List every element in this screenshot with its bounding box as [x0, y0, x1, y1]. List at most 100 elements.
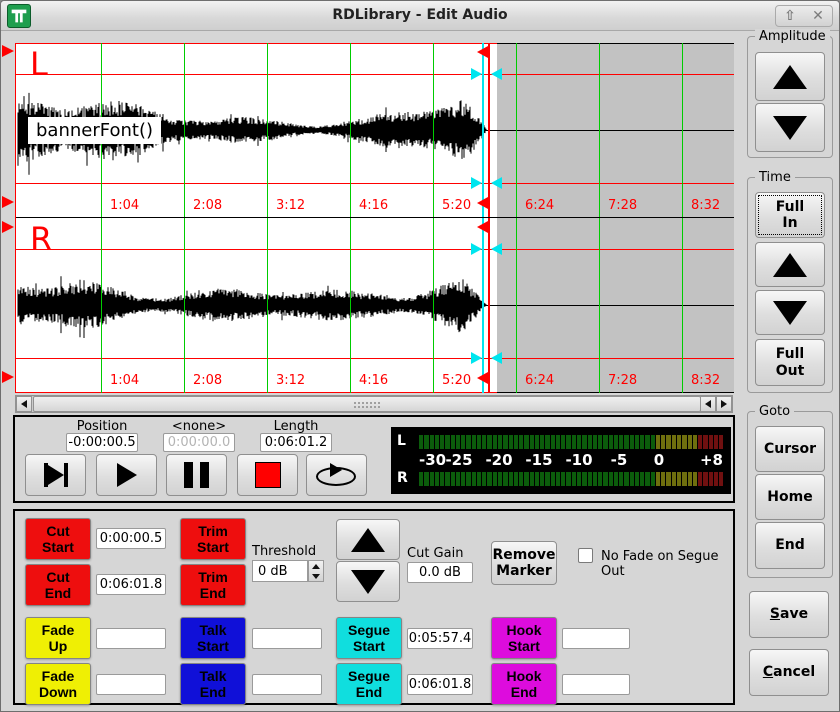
segue-start-field[interactable]: [407, 628, 473, 649]
fade-up-field[interactable]: [96, 628, 166, 649]
cut-end-line[interactable]: [488, 218, 490, 393]
time-gridline: [267, 43, 268, 218]
segue-marker-icon[interactable]: [491, 177, 502, 189]
cut-end-marker-icon[interactable]: [477, 46, 488, 58]
threshold-spin-arrows[interactable]: [308, 560, 324, 582]
scroll-left-button[interactable]: [16, 396, 32, 412]
hook-start-field[interactable]: [562, 628, 630, 649]
stop-button[interactable]: [237, 454, 298, 496]
segue-marker-icon[interactable]: [471, 177, 482, 189]
length-field[interactable]: [260, 433, 332, 452]
full-in-button[interactable]: Full In: [755, 192, 825, 238]
spin-down-icon[interactable]: [312, 574, 320, 579]
gain-up-button[interactable]: [336, 519, 400, 560]
loop-button[interactable]: [306, 454, 367, 496]
cut-start-marker-icon[interactable]: [2, 45, 14, 57]
hook-end-button[interactable]: Hook End: [491, 663, 557, 705]
segue-marker-icon[interactable]: [471, 243, 482, 255]
meter-segment: [677, 435, 681, 449]
trim-start-button[interactable]: Trim Start: [180, 518, 246, 560]
zoom-out-button[interactable]: [755, 290, 825, 335]
meter-segment: [482, 435, 486, 449]
cut-start-button[interactable]: Cut Start: [25, 518, 91, 560]
waveform-scrollbar[interactable]: [15, 395, 733, 413]
zoom-in-button[interactable]: [755, 242, 825, 287]
time-gridline: [267, 218, 268, 393]
cut-end-marker-icon[interactable]: [477, 197, 488, 209]
cut-end-button[interactable]: Cut End: [25, 564, 91, 606]
pause-icon: [184, 462, 193, 488]
meter-segment: [709, 435, 713, 449]
segue-marker-icon[interactable]: [491, 68, 502, 80]
amplitude-down-button[interactable]: [755, 103, 825, 152]
fade-down-button[interactable]: Fade Down: [25, 663, 91, 705]
up-arrow-icon: [351, 528, 385, 552]
cut-start-marker-icon[interactable]: [2, 221, 14, 233]
amplitude-ref-line: [16, 249, 734, 250]
cut-start-marker-icon[interactable]: [2, 371, 14, 383]
talk-end-field[interactable]: [252, 674, 322, 695]
segue-end-button[interactable]: Segue End: [336, 663, 402, 705]
full-out-button[interactable]: Full Out: [755, 339, 825, 386]
scroll-left-button-2[interactable]: [700, 396, 716, 412]
talk-end-button[interactable]: Talk End: [180, 663, 246, 705]
cut-gain-field[interactable]: [407, 562, 473, 583]
spin-up-icon[interactable]: [312, 564, 320, 569]
shade-window-icon[interactable]: ⇧: [784, 6, 796, 26]
length-label: Length: [260, 419, 332, 434]
segue-marker-icon[interactable]: [491, 352, 502, 364]
hook-start-button[interactable]: Hook Start: [491, 617, 557, 659]
cut-end-marker-icon[interactable]: [477, 372, 488, 384]
fade-down-field[interactable]: [96, 674, 166, 695]
time-gridline: [516, 43, 517, 218]
cut-start-field[interactable]: [96, 528, 166, 549]
waveform-left-channel[interactable]: 1:042:083:124:165:206:247:288:32 L banne…: [16, 43, 734, 218]
remove-marker-button[interactable]: Remove Marker: [491, 541, 557, 585]
cut-end-line[interactable]: [488, 43, 490, 218]
meter-segment: [440, 472, 444, 486]
segue-end-field[interactable]: [407, 674, 473, 695]
waveform-area[interactable]: 1:042:083:124:165:206:247:288:32 L banne…: [15, 43, 733, 393]
goto-end-button[interactable]: End: [755, 522, 825, 569]
right-arrow-icon: [721, 400, 727, 408]
cut-end-marker-icon[interactable]: [477, 221, 488, 233]
meter-segment: [677, 472, 681, 486]
close-window-icon[interactable]: ✕: [812, 6, 824, 26]
meter-segment: [524, 435, 528, 449]
segue-start-button[interactable]: Segue Start: [336, 617, 402, 659]
segue-end-line[interactable]: [482, 218, 484, 393]
scrollbar-thumb[interactable]: [33, 396, 701, 412]
segue-marker-icon[interactable]: [471, 352, 482, 364]
meter-segment: [498, 472, 502, 486]
play-icon: [48, 465, 64, 485]
amplitude-up-button[interactable]: [755, 52, 825, 101]
meter-segment: [609, 472, 613, 486]
segue-marker-icon[interactable]: [471, 68, 482, 80]
scroll-right-button[interactable]: [716, 396, 732, 412]
window-controls: ⇧ ✕: [775, 5, 833, 27]
save-button[interactable]: Save: [749, 591, 829, 638]
segue-marker-icon[interactable]: [491, 243, 502, 255]
cancel-button[interactable]: Cancel: [749, 649, 829, 696]
hook-end-field[interactable]: [562, 674, 630, 695]
cut-end-field[interactable]: [96, 574, 166, 595]
position-field[interactable]: [66, 433, 138, 452]
gain-down-button[interactable]: [336, 561, 400, 602]
play-from-start-button[interactable]: [25, 454, 86, 496]
no-fade-checkbox[interactable]: [578, 548, 593, 563]
threshold-field[interactable]: [252, 560, 308, 582]
trim-end-button[interactable]: Trim End: [180, 564, 246, 606]
talk-start-field[interactable]: [252, 628, 322, 649]
cut-start-marker-icon[interactable]: [2, 196, 14, 208]
segue-end-line[interactable]: [482, 43, 484, 218]
play-icon: [117, 463, 137, 487]
pause-button[interactable]: [166, 454, 227, 496]
threshold-spinbox[interactable]: [252, 560, 324, 582]
talk-start-button[interactable]: Talk Start: [180, 617, 246, 659]
play-button[interactable]: [96, 454, 157, 496]
waveform-right-channel[interactable]: 1:042:083:124:165:206:247:288:32 R: [16, 218, 734, 393]
fade-up-button[interactable]: Fade Up: [25, 617, 91, 659]
goto-home-button[interactable]: Home: [755, 474, 825, 520]
meter-segment: [582, 435, 586, 449]
goto-cursor-button[interactable]: Cursor: [755, 426, 825, 472]
